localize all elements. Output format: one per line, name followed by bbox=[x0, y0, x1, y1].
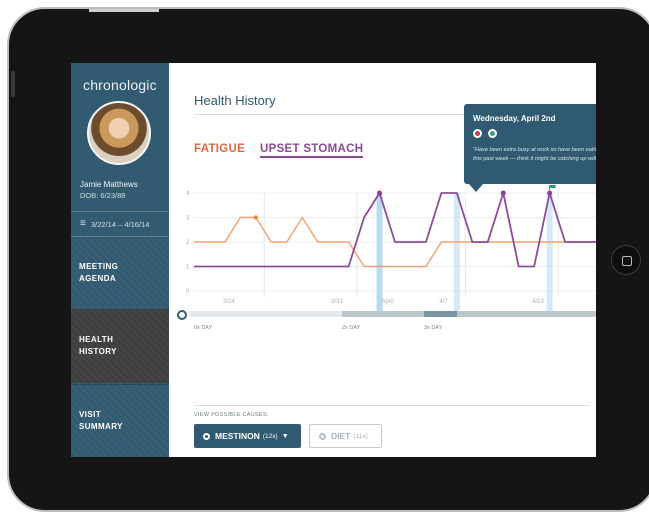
y-tick-label: 3 bbox=[186, 216, 190, 222]
page-title: Health History bbox=[194, 93, 276, 108]
symptom-marker-icon bbox=[473, 129, 482, 138]
upset-point bbox=[500, 190, 506, 196]
diet-label: DIET bbox=[331, 431, 351, 441]
y-tick-label: 2 bbox=[186, 240, 190, 246]
x-tick-label: 4/13 bbox=[532, 299, 544, 305]
journal-tooltip: Wednesday, April 2nd × "Have been extra … bbox=[464, 104, 596, 192]
highlight-bands bbox=[376, 193, 553, 311]
medication-marker-icon bbox=[488, 129, 497, 138]
y-axis-ticks: 0 1 2 3 4 bbox=[186, 191, 190, 295]
flag-icon bbox=[549, 185, 556, 188]
nav-label-line1: VISIT bbox=[79, 410, 102, 419]
fatigue-point bbox=[253, 215, 259, 220]
tooltip-note: "Have been extra busy at work so have be… bbox=[473, 147, 596, 162]
avatar bbox=[87, 101, 151, 165]
nav-label-line2: SUMMARY bbox=[79, 422, 123, 431]
y-tick-label: 4 bbox=[186, 191, 190, 197]
series-line-upset-stomach bbox=[194, 192, 596, 268]
timeline-handle-icon[interactable] bbox=[177, 310, 187, 320]
power-button bbox=[89, 9, 159, 12]
home-button[interactable] bbox=[611, 245, 641, 275]
app-screen: chronologic Jamie Matthews DOB: 6/23/88 … bbox=[71, 63, 596, 457]
home-square-icon bbox=[622, 256, 632, 266]
mestinon-count: (12x) bbox=[262, 432, 278, 440]
nav-health-history[interactable]: HEALTH HISTORY bbox=[71, 309, 169, 383]
radio-on-icon bbox=[203, 432, 210, 440]
x-tick-label: 3/31 bbox=[331, 299, 343, 305]
dose-band-3x bbox=[424, 311, 457, 317]
sidebar: chronologic Jamie Matthews DOB: 6/23/88 … bbox=[71, 63, 169, 457]
dose-label-2x: 2x DAY bbox=[342, 325, 361, 331]
radio-off-icon bbox=[319, 432, 326, 440]
highlight-band bbox=[453, 193, 460, 311]
dose-label-0x: 0x DAY bbox=[194, 325, 213, 331]
highlight-band bbox=[376, 193, 383, 311]
mestinon-label: MESTINON bbox=[215, 431, 260, 441]
menu-icon: ≡ bbox=[80, 218, 86, 229]
x-tick-label: 4/7 bbox=[439, 299, 448, 305]
mestinon-filter-button[interactable]: MESTINON (12x) ▼ bbox=[194, 424, 301, 448]
nav-label-line2: AGENDA bbox=[79, 273, 117, 283]
causes-divider bbox=[194, 405, 590, 406]
patient-dob: DOB: 6/23/88 bbox=[80, 191, 126, 200]
y-tick-label: 1 bbox=[186, 265, 190, 271]
dose-band-2x bbox=[342, 311, 424, 317]
chevron-down-icon: ▼ bbox=[281, 432, 289, 440]
dose-label-3x: 3x DAY bbox=[424, 325, 443, 331]
x-tick-label: April bbox=[382, 299, 394, 305]
diet-count: (11x) bbox=[353, 432, 368, 440]
date-range-selector[interactable]: ≡ 3/22/14 – 4/16/14 bbox=[71, 211, 169, 237]
causes-label: VIEW POSSIBLE CAUSES: bbox=[194, 412, 269, 418]
tab-fatigue[interactable]: FATIGUE bbox=[194, 143, 245, 155]
diet-filter-button[interactable]: DIET (11x) bbox=[309, 424, 382, 448]
timeline-scrubber[interactable]: 0x DAY 2x DAY 3x DAY bbox=[177, 310, 596, 331]
nav-label-line1: HEALTH bbox=[79, 335, 114, 344]
highlight-band bbox=[546, 193, 553, 311]
chart-series bbox=[194, 185, 596, 268]
volume-button bbox=[11, 71, 15, 97]
y-tick-label: 0 bbox=[186, 289, 190, 295]
nav-label-line2: HISTORY bbox=[79, 347, 117, 356]
upset-point bbox=[377, 190, 383, 196]
tooltip-date: Wednesday, April 2nd bbox=[473, 114, 556, 123]
patient-name: Jamie Matthews bbox=[80, 180, 138, 189]
symptom-chart[interactable]: 0 1 2 3 4 3/24 3/31 April 4/7 4/13 0x DAY 2x DAY… bbox=[169, 185, 596, 335]
chart-grid bbox=[194, 192, 596, 297]
tab-upset-stomach[interactable]: UPSET STOMACH bbox=[260, 143, 364, 158]
brand-logo: chronologic bbox=[83, 77, 157, 93]
date-range-label: 3/22/14 – 4/16/14 bbox=[91, 220, 150, 229]
nav-visit-summary[interactable]: VISIT SUMMARY bbox=[71, 384, 169, 457]
dose-band-2x-late bbox=[457, 311, 596, 317]
tooltip-pointer bbox=[469, 184, 483, 192]
nav-meeting-agenda[interactable]: MEETING AGENDA bbox=[71, 237, 169, 308]
nav-label-line1: MEETING bbox=[79, 261, 119, 271]
x-tick-label: 3/24 bbox=[223, 299, 235, 305]
main-panel: Health History FATIGUE UPSET STOMACH 0 1 2… bbox=[169, 63, 596, 457]
x-axis-ticks: 3/24 3/31 April 4/7 4/13 bbox=[223, 299, 545, 305]
